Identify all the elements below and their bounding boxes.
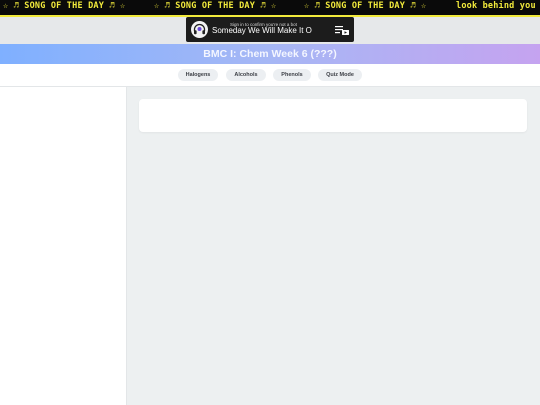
tab-phenols[interactable]: Phenols: [273, 69, 311, 81]
marquee-text: ☆ ♬ SONG OF THE DAY ♬ ☆: [304, 1, 427, 11]
playlist-icon[interactable]: [335, 25, 349, 35]
page-banner: BMC I: Chem Week 6 (???): [0, 44, 540, 64]
sidebar: [0, 87, 127, 405]
page-title: BMC I: Chem Week 6 (???): [203, 48, 337, 60]
tab-alcohols[interactable]: Alcohols: [226, 69, 266, 81]
marquee-text: look behind you xD: [456, 1, 540, 11]
video-title[interactable]: Someday We Will Make It Outta ...: [212, 26, 312, 35]
content-card: [139, 99, 527, 132]
tab-quiz-mode[interactable]: Quiz Mode: [318, 69, 362, 81]
song-of-the-day-marquee: ☆ ♬ SONG OF THE DAY ♬ ☆ ☆ ♬ SONG OF THE …: [0, 0, 540, 15]
headphones-icon: [191, 21, 208, 38]
tab-halogens[interactable]: Halogens: [178, 69, 218, 81]
marquee-text: ☆ ♬ SONG OF THE DAY ♬ ☆: [3, 1, 126, 11]
youtube-embed[interactable]: Sign in to confirm you're not a bot Some…: [186, 17, 354, 42]
marquee-text: ☆ ♬ SONG OF THE DAY ♬ ☆: [154, 1, 277, 11]
tab-bar: Halogens Alcohols Phenols Quiz Mode: [0, 64, 540, 87]
